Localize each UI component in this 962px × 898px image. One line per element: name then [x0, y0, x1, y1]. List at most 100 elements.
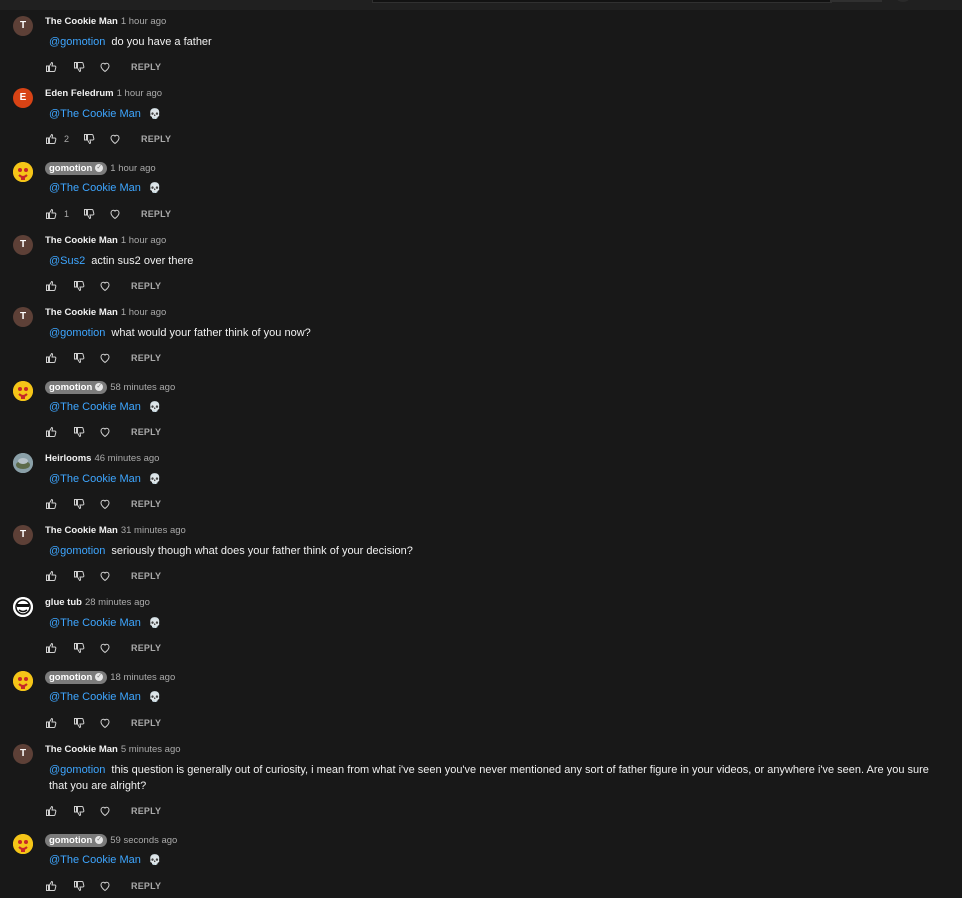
avatar[interactable]: T	[13, 307, 33, 327]
author-name[interactable]: Eden Feledrum	[45, 88, 114, 99]
avatar-letter: T	[19, 529, 27, 540]
comment-header: gomotion ✓ 1 hour ago	[45, 162, 156, 176]
author-name-text: The Cookie Man	[45, 525, 118, 536]
comment-body: actin sus2 over there	[91, 255, 194, 267]
reply-button[interactable]: REPLY	[131, 281, 161, 291]
comment-header: The Cookie Man 1 hour ago	[45, 235, 166, 249]
comment-timestamp[interactable]: 58 minutes ago	[110, 382, 175, 393]
avatar[interactable]: T	[13, 744, 33, 764]
comment-body: this question is generally out of curios…	[49, 764, 929, 792]
avatar[interactable]: T	[13, 235, 33, 255]
like-count: 2	[64, 134, 70, 144]
mention-link[interactable]: @The Cookie Man	[49, 617, 141, 629]
avatar[interactable]	[13, 671, 33, 691]
like-count: 1	[64, 209, 70, 219]
comment-timestamp[interactable]: 1 hour ago	[121, 307, 166, 318]
reply-button[interactable]: REPLY	[131, 643, 161, 653]
author-name[interactable]: The Cookie Man	[45, 16, 118, 27]
reply-button[interactable]: REPLY	[131, 806, 161, 816]
comment-body: 💀	[148, 474, 162, 485]
comment-timestamp[interactable]: 1 hour ago	[110, 163, 155, 174]
author-name[interactable]: The Cookie Man	[45, 307, 118, 318]
author-name[interactable]: gomotion ✓	[45, 381, 108, 394]
reply-button[interactable]: REPLY	[131, 718, 161, 728]
mention-link[interactable]: @gomotion	[49, 764, 105, 776]
mention-link[interactable]: @The Cookie Man	[49, 108, 141, 120]
verified-check-icon: ✓	[95, 383, 104, 392]
reply-button[interactable]: REPLY	[141, 209, 171, 219]
author-name[interactable]: The Cookie Man	[45, 235, 118, 246]
comment-timestamp[interactable]: 1 hour ago	[117, 88, 162, 99]
comment-body: 💀	[148, 692, 162, 703]
comment-body: seriously though what does your father t…	[111, 545, 413, 557]
avatar[interactable]: T	[13, 525, 33, 545]
avatar[interactable]	[13, 162, 33, 182]
comment-timestamp[interactable]: 59 seconds ago	[110, 835, 177, 846]
comment-header: gomotion ✓ 58 minutes ago	[45, 381, 175, 395]
top-bar	[0, 0, 962, 10]
avatar[interactable]	[13, 597, 33, 617]
comment-timestamp[interactable]: 31 minutes ago	[121, 525, 186, 536]
comment-text: @The Cookie Man 💀	[49, 689, 949, 706]
avatar-letter: T	[19, 239, 27, 250]
reply-button[interactable]: REPLY	[131, 62, 161, 72]
author-name[interactable]: glue tub	[45, 597, 82, 608]
author-name[interactable]: Heirlooms	[45, 453, 91, 464]
comment-body: 💀	[148, 618, 162, 629]
avatar[interactable]	[13, 453, 33, 473]
comment-text: @The Cookie Man 💀	[49, 852, 949, 869]
reply-button[interactable]: REPLY	[131, 353, 161, 363]
reply-button[interactable]: REPLY	[131, 881, 161, 891]
comment-text: @The Cookie Man 💀	[49, 471, 949, 488]
comment-timestamp[interactable]: 46 minutes ago	[94, 453, 159, 464]
mention-link[interactable]: @Sus2	[49, 255, 85, 267]
verified-check-icon: ✓	[95, 164, 104, 173]
mention-link[interactable]: @The Cookie Man	[49, 182, 141, 194]
avatar[interactable]: T	[13, 16, 33, 36]
mention-link[interactable]: @The Cookie Man	[49, 401, 141, 413]
author-name-text: gomotion	[49, 163, 93, 174]
avatar[interactable]: E	[13, 88, 33, 108]
comment-header: The Cookie Man 1 hour ago	[45, 307, 166, 321]
author-name[interactable]: gomotion ✓	[45, 162, 108, 175]
comment-text: @gomotion do you have a father	[49, 34, 949, 50]
mention-link[interactable]: @gomotion	[49, 36, 105, 48]
author-name[interactable]: gomotion ✓	[45, 834, 108, 847]
author-name-text: Heirlooms	[45, 453, 92, 464]
author-name[interactable]: gomotion ✓	[45, 671, 108, 684]
mention-link[interactable]: @The Cookie Man	[49, 473, 141, 485]
verified-check-icon: ✓	[95, 836, 104, 845]
search-input[interactable]	[372, 0, 832, 3]
reply-button[interactable]: REPLY	[131, 571, 161, 581]
comment-header: gomotion ✓ 18 minutes ago	[45, 671, 175, 685]
avatar[interactable]	[13, 834, 33, 854]
comment-text: @The Cookie Man 💀	[49, 106, 949, 123]
author-name[interactable]: The Cookie Man	[45, 744, 118, 755]
comment-timestamp[interactable]: 18 minutes ago	[110, 672, 175, 683]
avatar-letter: T	[19, 748, 27, 759]
comment-timestamp[interactable]: 1 hour ago	[121, 16, 166, 27]
avatar[interactable]	[896, 0, 910, 2]
comment-body: 💀	[148, 109, 162, 120]
mention-link[interactable]: @The Cookie Man	[49, 854, 141, 866]
comment-header: The Cookie Man 5 minutes ago	[45, 744, 181, 758]
mention-link[interactable]: @The Cookie Man	[49, 691, 141, 703]
reply-button[interactable]: REPLY	[141, 134, 171, 144]
mention-link[interactable]: @gomotion	[49, 545, 105, 557]
reply-button[interactable]: REPLY	[131, 427, 161, 437]
comment-timestamp[interactable]: 1 hour ago	[121, 235, 166, 246]
search-button[interactable]	[830, 0, 882, 2]
comment-text: @gomotion this question is generally out …	[49, 762, 949, 794]
author-name-text: Eden Feledrum	[45, 88, 114, 99]
comment-timestamp[interactable]: 5 minutes ago	[121, 744, 181, 755]
avatar-letter: E	[19, 92, 27, 103]
comment-text: @The Cookie Man 💀	[49, 615, 949, 632]
author-name-text: glue tub	[45, 597, 82, 608]
comment-timestamp[interactable]: 28 minutes ago	[85, 597, 150, 608]
author-name[interactable]: The Cookie Man	[45, 525, 118, 536]
comment-header: gomotion ✓ 59 seconds ago	[45, 834, 177, 848]
mention-link[interactable]: @gomotion	[49, 327, 105, 339]
reply-button[interactable]: REPLY	[131, 499, 161, 509]
avatar[interactable]	[13, 381, 33, 401]
comment-text: @The Cookie Man 💀	[49, 180, 949, 197]
